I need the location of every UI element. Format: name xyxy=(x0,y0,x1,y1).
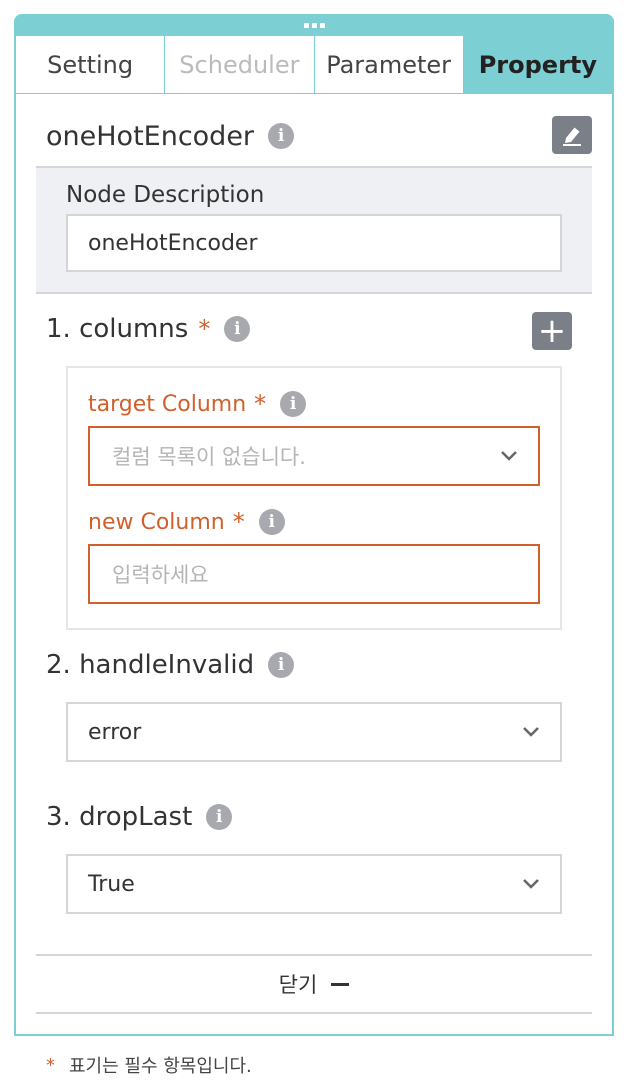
minus-icon xyxy=(331,982,350,986)
columns-item-box: target Column * i 컬럼 목록이 없습니다. new Colum… xyxy=(66,366,562,630)
required-mark: * xyxy=(46,1054,55,1076)
edit-button[interactable] xyxy=(552,116,592,154)
node-description-label: Node Description xyxy=(66,182,265,208)
node-description-section: Node Description oneHotEncoder xyxy=(36,166,592,294)
edit-icon xyxy=(563,126,581,146)
handle-invalid-value: error xyxy=(88,719,142,745)
close-button[interactable]: 닫기 xyxy=(36,954,592,1014)
drop-last-value: True xyxy=(88,871,135,897)
node-header: oneHotEncoder i xyxy=(46,116,592,156)
plus-icon: + xyxy=(537,311,567,351)
handle-invalid-title-text: 2. handleInvalid xyxy=(46,650,255,680)
chevron-down-icon xyxy=(523,879,539,889)
target-column-label-text: target Column xyxy=(88,391,247,417)
drop-last-title-text: 3. dropLast xyxy=(46,802,193,832)
target-column-select[interactable]: 컬럼 목록이 없습니다. xyxy=(88,426,540,486)
info-icon[interactable]: i xyxy=(268,123,295,149)
footnote-text: 표기는 필수 항목입니다. xyxy=(69,1056,252,1077)
tab-bar: Setting Scheduler Parameter Property xyxy=(16,36,612,94)
drop-last-title: 3. dropLast i xyxy=(46,802,233,832)
required-mark: * xyxy=(232,508,245,536)
drop-last-select[interactable]: True xyxy=(66,854,562,914)
chevron-down-icon xyxy=(501,451,517,461)
chevron-down-icon xyxy=(523,727,539,737)
handle-invalid-select[interactable]: error xyxy=(66,702,562,762)
columns-title: 1. columns * i xyxy=(46,314,251,344)
required-footnote: * 표기는 필수 항목입니다. xyxy=(46,1052,252,1078)
drag-handle[interactable] xyxy=(14,14,614,36)
info-icon[interactable]: i xyxy=(268,652,295,678)
tab-scheduler: Scheduler xyxy=(165,36,315,93)
info-icon[interactable]: i xyxy=(206,804,233,830)
new-column-placeholder: 입력하세요 xyxy=(112,563,209,587)
add-column-button[interactable]: + xyxy=(532,312,572,350)
new-column-label-text: new Column xyxy=(88,509,225,535)
node-title: oneHotEncoder xyxy=(46,120,255,152)
target-column-placeholder: 컬럼 목록이 없습니다. xyxy=(112,445,306,469)
drag-dots-icon xyxy=(303,22,325,28)
info-icon[interactable]: i xyxy=(224,316,251,342)
close-label: 닫기 xyxy=(278,973,318,997)
new-column-input[interactable]: 입력하세요 xyxy=(88,544,540,604)
required-mark: * xyxy=(198,315,211,343)
tab-setting[interactable]: Setting xyxy=(16,36,166,93)
tab-property[interactable]: Property xyxy=(463,36,612,93)
info-icon[interactable]: i xyxy=(258,509,285,535)
target-column-label: target Column * i xyxy=(88,390,307,418)
property-panel: Setting Scheduler Parameter Property one… xyxy=(14,14,614,1036)
tab-parameter[interactable]: Parameter xyxy=(314,36,464,93)
required-mark: * xyxy=(254,390,267,418)
node-description-input[interactable]: oneHotEncoder xyxy=(66,214,562,272)
columns-title-text: 1. columns xyxy=(46,314,189,344)
info-icon[interactable]: i xyxy=(280,391,307,417)
handle-invalid-title: 2. handleInvalid i xyxy=(46,650,295,680)
new-column-label: new Column * i xyxy=(88,508,285,536)
